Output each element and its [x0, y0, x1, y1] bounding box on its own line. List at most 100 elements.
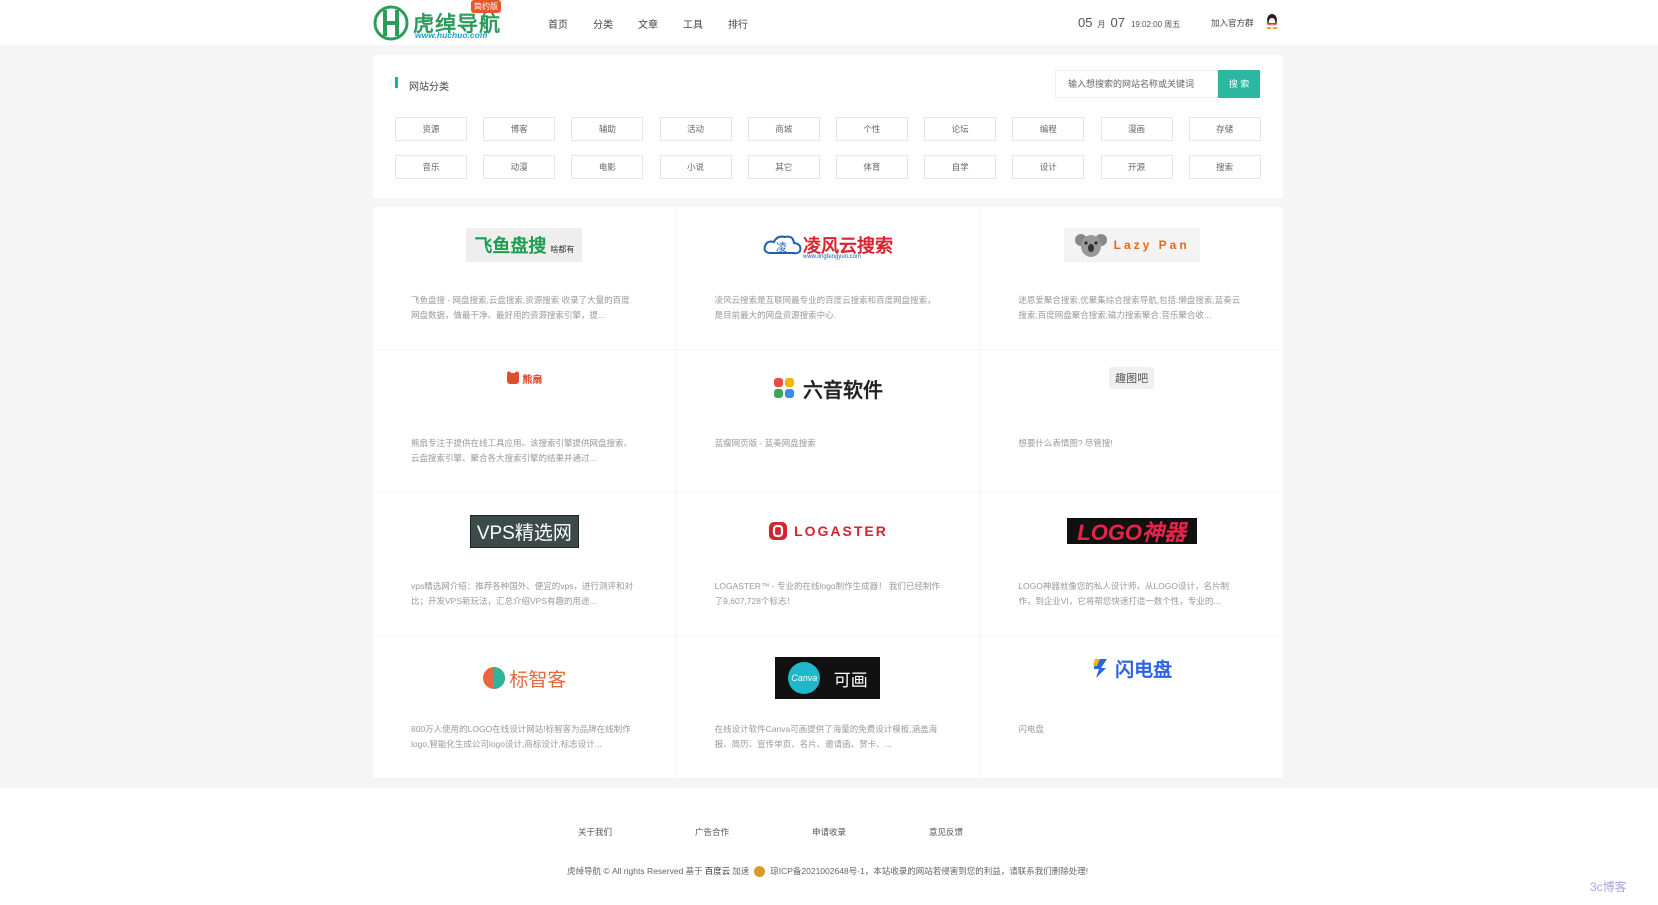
site-card-shandianpan[interactable]: 闪电盘 闪电盘 [980, 636, 1283, 778]
card-description: 熊扇专注于提供在线工具应用。该搜索引擎提供网盘搜索、云盘搜索引擎、聚合各大搜索引… [411, 438, 633, 463]
qq-penguin-icon[interactable] [1265, 13, 1279, 29]
category-item[interactable]: 设计 [1012, 155, 1085, 179]
site-card-liuyin[interactable]: 六音软件 蓝瘦网页版 - 蓝奏网盘搜索 [676, 350, 980, 492]
card-logo: 飞鱼盘搜 啥都有 [373, 225, 676, 265]
logo-subtext: 可画 [833, 670, 868, 690]
site-card-lingfeng[interactable]: 凌 凌风云搜索 www.lingfengyun.com 凌风云搜索是互联网最专业… [676, 207, 980, 349]
liuyin-logo: 六音软件 [773, 374, 883, 403]
bear-icon [507, 371, 520, 384]
logo-text: Lazy Pan [1113, 238, 1190, 252]
police-badge-icon [754, 865, 766, 877]
footer-copyright: 虎绰导航 © All rights Reserved 基于 百度云 加速 琼IC… [567, 865, 1088, 877]
logoshenqi-logo: LOGO神器 [1066, 518, 1197, 545]
lingfeng-logo: 凌 凌风云搜索 www.lingfengyun.com [763, 232, 893, 260]
logo-text: 标智客 [509, 669, 567, 691]
card-logo: 凌 凌风云搜索 www.lingfengyun.com [677, 225, 980, 265]
card-description: LOGO神器就像您的私人设计师，从LOGO设计，名片制作，到企业VI，它将帮您快… [1018, 581, 1229, 606]
logo-badge: 简约版 [471, 0, 501, 13]
logo-text: 闪电盘 [1115, 659, 1173, 681]
footer-about[interactable]: 关于我们 [578, 826, 695, 838]
category-item[interactable]: 漫画 [1100, 117, 1173, 141]
site-card-logoshenqi[interactable]: LOGO神器 LOGO神器就像您的私人设计师，从LOGO设计，名片制作，到企业V… [980, 493, 1283, 635]
category-item[interactable]: 小说 [659, 155, 732, 179]
lazypan-logo: Lazy Pan [1063, 228, 1200, 262]
date-month: 05 [1078, 15, 1093, 30]
category-panel: 网站分类 输入想搜索的网站名称或关键词 搜 索 资源 博客 辅助 活动 商城 个… [373, 55, 1283, 198]
baidu-cloud-link[interactable]: 百度云 [705, 865, 731, 877]
circle-logo-icon [483, 667, 506, 689]
category-item[interactable]: 体育 [835, 155, 908, 179]
cloud-icon: 凌 [763, 235, 802, 255]
category-item[interactable]: 个性 [835, 117, 908, 141]
card-logo: LOGO神器 [980, 511, 1283, 551]
nav-tools[interactable]: 工具 [683, 16, 703, 31]
logaster-icon [769, 522, 788, 540]
footer-submit[interactable]: 申请收录 [812, 826, 929, 838]
card-logo: 标智客 [373, 658, 676, 698]
logo-text: 熊扇 [522, 374, 543, 386]
category-item[interactable]: 商城 [747, 117, 820, 141]
category-item[interactable]: 自学 [924, 155, 997, 179]
site-card-feiyu[interactable]: 飞鱼盘搜 啥都有 飞鱼盘搜 - 网盘搜索,云盘搜索,资源搜索 收录了大量的百度网… [373, 207, 676, 349]
footer-ads[interactable]: 广告合作 [695, 826, 812, 838]
svg-text:凌: 凌 [776, 240, 787, 254]
category-item[interactable]: 资源 [395, 117, 467, 141]
card-logo: Lazy Pan [980, 225, 1283, 265]
category-item[interactable]: 电影 [571, 155, 644, 179]
card-description: vps精选网介绍：推荐各种国外、便宜的vps，进行测评和对比；开发VPS新玩法，… [411, 581, 633, 606]
date-day: 07 [1110, 15, 1125, 30]
card-logo: LOGASTER [677, 511, 980, 551]
icp-text[interactable]: 琼ICP备2021002648号-1，本站收录的网站若侵害到您的利益，请联系我们… [770, 865, 1088, 877]
site-card-biaozhike[interactable]: 标智客 800万人使用的LOGO在线设计网站!标智客为品牌在线制作logo,智能… [373, 636, 676, 778]
card-description: LOGASTER™ - 专业的在线logo制作生成器！ 我们已经制作了9,607… [714, 581, 940, 606]
site-card-lazypan[interactable]: Lazy Pan 迷恩爱聚合搜索,优聚集综合搜索导航,包括:懒盘搜索,蓝奏云搜索… [980, 207, 1283, 349]
category-item[interactable]: 博客 [483, 117, 556, 141]
join-group-link[interactable]: 加入官方群 [1211, 17, 1254, 29]
page-footer: 关于我们 广告合作 申请收录 意见反馈 虎绰导航 © All rights Re… [0, 788, 1658, 905]
category-item[interactable]: 其它 [747, 155, 820, 179]
category-item[interactable]: 论坛 [924, 117, 997, 141]
site-card-xiongshan[interactable]: 熊扇 熊扇专注于提供在线工具应用。该搜索引擎提供网盘搜索、云盘搜索引擎、聚合各大… [373, 350, 676, 492]
nav-home[interactable]: 首页 [548, 16, 568, 31]
card-description: 飞鱼盘搜 - 网盘搜索,云盘搜索,资源搜索 收录了大量的百度网盘数据，做最干净、… [411, 295, 630, 320]
category-item[interactable]: 辅助 [571, 117, 644, 141]
logaster-logo: LOGASTER [768, 521, 888, 541]
header-inner: 虎绰导航 www.huchuo.com 简约版 首页 分类 文章 工具 排行 0… [373, 0, 1283, 45]
category-item[interactable]: 动漫 [483, 155, 556, 179]
logo-text: LOGASTER [794, 523, 888, 539]
category-item[interactable]: 开源 [1100, 155, 1173, 179]
card-description: 闪电盘 [1018, 724, 1044, 734]
logo-text: 六音软件 [802, 379, 883, 402]
footer-links: 关于我们 广告合作 申请收录 意见反馈 [578, 826, 1046, 838]
canva-badge: Canva [788, 662, 821, 694]
logo-text: LOGO神器 [1077, 520, 1187, 545]
search-input[interactable]: 输入想搜索的网站名称或关键词 [1055, 70, 1218, 98]
logo-text: Canva [791, 673, 818, 683]
search-button[interactable]: 搜 索 [1218, 70, 1260, 98]
category-item[interactable]: 搜索 [1188, 155, 1261, 179]
category-item[interactable]: 活动 [659, 117, 732, 141]
category-item[interactable]: 编程 [1012, 117, 1085, 141]
site-card-vps[interactable]: VPS精选网 vps精选网介绍：推荐各种国外、便宜的vps，进行测评和对比；开发… [373, 493, 676, 635]
card-logo: VPS精选网 [373, 511, 676, 551]
date-time: 19:02:00 周五 [1130, 20, 1181, 29]
shandianpan-logo: 闪电盘 [1091, 655, 1172, 682]
nav-ranking[interactable]: 排行 [728, 16, 748, 31]
logo-subtext: 啥都有 [550, 245, 575, 254]
card-description: 迷恩爱聚合搜索,优聚集综合搜索导航,包括:懒盘搜索,蓝奏云搜索,百度网盘聚合搜索… [1018, 295, 1241, 320]
card-description: 凌风云搜索是互联网最专业的百度云搜索和百度网盘搜索，是目前最大的网盘资源搜索中心… [714, 295, 936, 320]
logo-subtext: www.lingfengyun.com [802, 254, 862, 260]
qutu-logo: 趣图吧 [1109, 367, 1155, 389]
pinwheel-icon [773, 378, 794, 398]
footer-feedback[interactable]: 意见反馈 [929, 826, 1046, 838]
site-logo[interactable]: 虎绰导航 www.huchuo.com 简约版 [373, 0, 508, 44]
site-card-qutu[interactable]: 趣图吧 想要什么表情图? 尽管搜! [980, 350, 1283, 492]
card-description: 800万人使用的LOGO在线设计网站!标智客为品牌在线制作logo,智能化生成公… [411, 724, 631, 749]
nav-articles[interactable]: 文章 [638, 16, 658, 31]
nav-category[interactable]: 分类 [593, 16, 613, 31]
site-card-logaster[interactable]: LOGASTER LOGASTER™ - 专业的在线logo制作生成器！ 我们已… [676, 493, 980, 635]
category-item[interactable]: 存储 [1188, 117, 1261, 141]
main-nav: 首页 分类 文章 工具 排行 [548, 16, 773, 31]
category-item[interactable]: 音乐 [395, 155, 467, 179]
site-card-canva[interactable]: Canva 可画 在线设计软件Canva可画提供了海量的免费设计模板,涵盖海报、… [676, 636, 980, 778]
